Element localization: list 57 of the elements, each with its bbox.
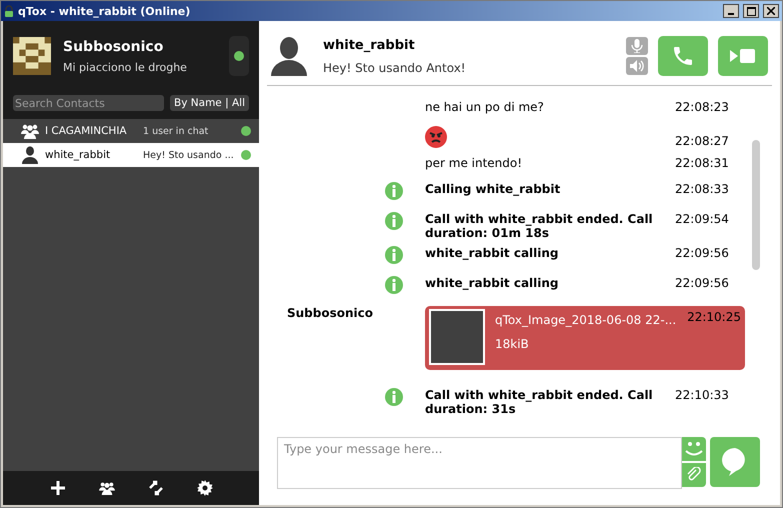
info-icon bbox=[385, 246, 403, 264]
scrollbar-thumb[interactable] bbox=[752, 140, 760, 270]
settings-icon[interactable] bbox=[194, 478, 214, 498]
paperclip-icon[interactable] bbox=[682, 463, 706, 487]
info-message-text: Call with white_rabbit ended. Call duration: 01m 18s bbox=[425, 212, 654, 240]
close-icon bbox=[767, 7, 775, 15]
person-icon bbox=[21, 146, 39, 164]
file-size: 18kiB bbox=[495, 337, 530, 351]
message-time: 22:10:33 bbox=[675, 388, 730, 402]
info-icon bbox=[385, 182, 403, 200]
message-text: per me intendo! bbox=[425, 156, 524, 170]
lock-icon bbox=[4, 5, 14, 17]
filter-button[interactable]: By Name | All bbox=[170, 95, 249, 111]
status-button[interactable] bbox=[229, 36, 249, 76]
message-time: 22:08:31 bbox=[675, 156, 730, 170]
info-message-text: Call with white_rabbit ended. Call duration: 31s bbox=[425, 388, 654, 416]
person-avatar-icon bbox=[271, 36, 307, 76]
message-time: 22:09:56 bbox=[675, 246, 730, 260]
search-field[interactable]: Search Contacts bbox=[13, 95, 164, 111]
message-time: 22:08:23 bbox=[675, 100, 730, 114]
info-message-text: white_rabbit calling bbox=[425, 276, 560, 290]
file-transfer-bubble[interactable]: qTox_Image_2018-06-08 22-... 18kiB 22:10:25 bbox=[425, 306, 745, 370]
maximize-icon bbox=[746, 6, 756, 16]
maximize-button[interactable] bbox=[743, 4, 759, 18]
contact-status: 1 user in chat bbox=[143, 126, 210, 136]
file-name: qTox_Image_2018-06-08 22-... bbox=[495, 313, 678, 327]
info-message-text: Calling white_rabbit bbox=[425, 182, 562, 196]
contact-status: Hey! Sto usando ... bbox=[143, 150, 235, 160]
info-icon bbox=[385, 212, 403, 230]
chat-contact-status: Hey! Sto usando Antox! bbox=[323, 60, 467, 74]
message-time: 22:08:33 bbox=[675, 182, 730, 196]
profile-name: Subbosonico bbox=[63, 38, 164, 54]
minimize-button[interactable] bbox=[723, 4, 739, 18]
contact-name: I CAGAMINCHIA bbox=[45, 125, 128, 137]
message-time: 22:10:25 bbox=[687, 309, 741, 324]
angry-face-icon bbox=[425, 126, 447, 148]
contact-name: white_rabbit bbox=[45, 149, 112, 161]
status-dot bbox=[234, 51, 244, 61]
profile-status-message: Mi piacciono le droghe bbox=[63, 60, 188, 74]
contact-item[interactable]: white_rabbit Hey! Sto usando ... bbox=[3, 143, 259, 167]
info-message-text: white_rabbit calling bbox=[425, 246, 560, 260]
info-icon bbox=[385, 388, 403, 406]
pixel-avatar-icon bbox=[13, 37, 51, 75]
message-author: Subbosonico bbox=[287, 306, 374, 320]
message-text: ne hai un po di me? bbox=[425, 100, 545, 114]
chat-contact-name: white_rabbit bbox=[323, 38, 416, 52]
message-input-field[interactable]: Type your message here... bbox=[277, 437, 682, 489]
phone-icon bbox=[671, 44, 695, 68]
message-time: 22:09:56 bbox=[675, 276, 730, 290]
group-icon bbox=[21, 123, 39, 139]
info-icon bbox=[385, 276, 403, 294]
window-title: qTox - white_rabbit (Online) bbox=[18, 4, 192, 18]
message-time: 22:09:54 bbox=[675, 212, 730, 226]
close-button[interactable] bbox=[763, 4, 779, 18]
video-camera-icon bbox=[730, 48, 756, 64]
image-thumbnail-placeholder bbox=[429, 309, 485, 365]
message-time: 22:08:27 bbox=[675, 133, 730, 148]
